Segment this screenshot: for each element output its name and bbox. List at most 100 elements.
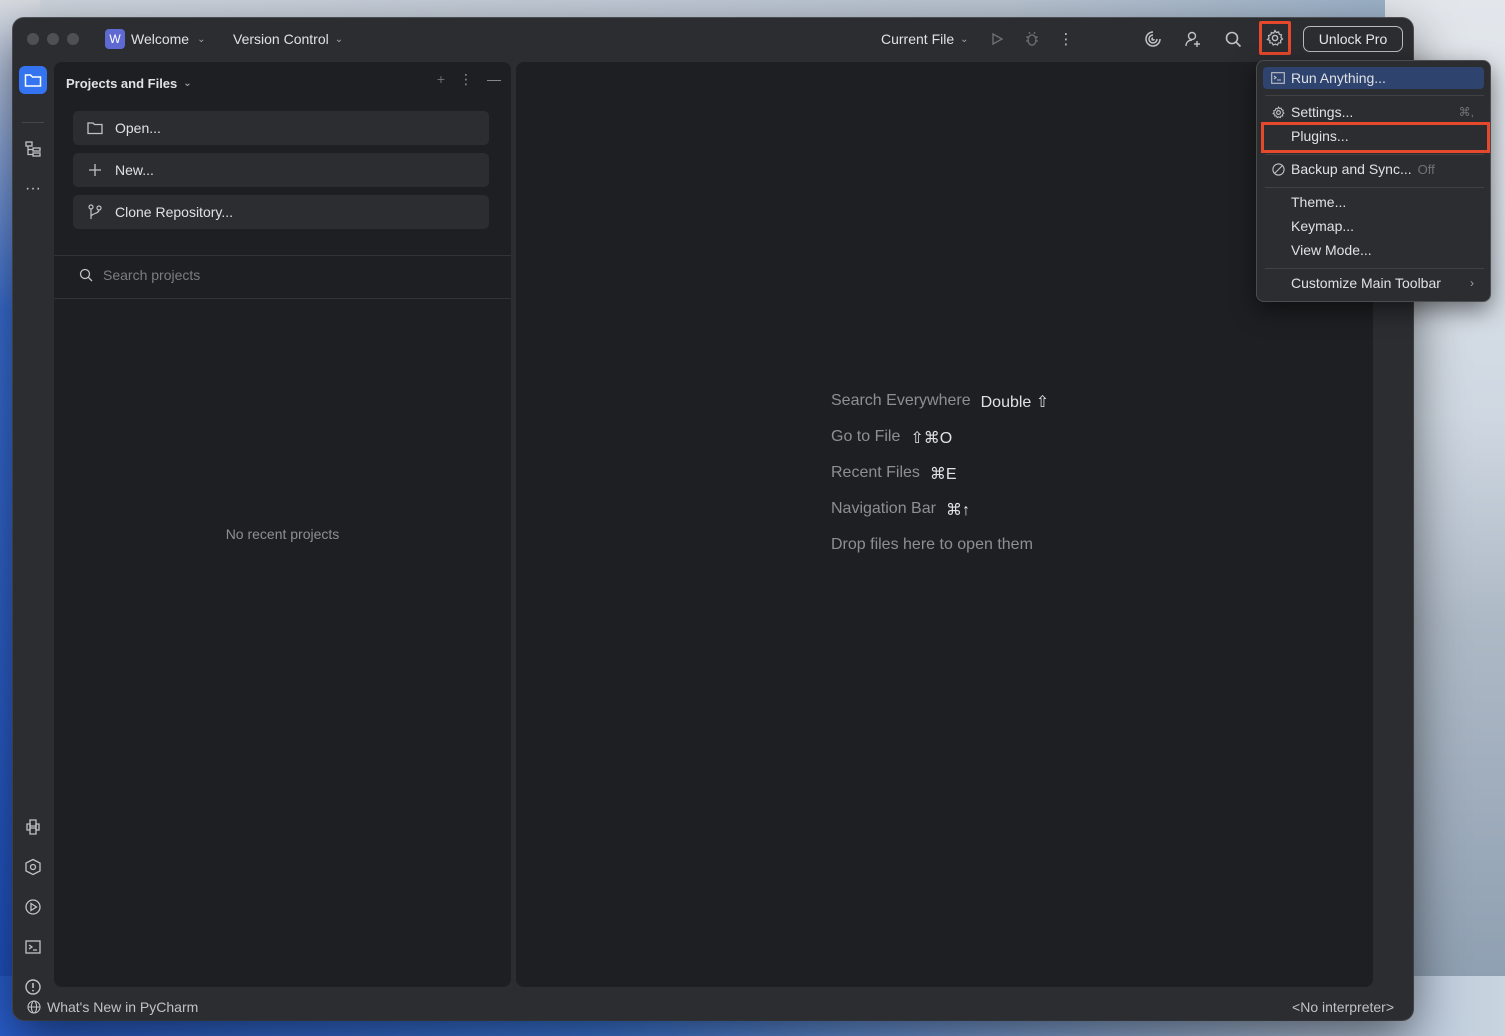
interpreter-selector[interactable]: <No interpreter> <box>1292 999 1394 1015</box>
disabled-icon <box>1271 162 1285 176</box>
menu-separator <box>1265 187 1484 188</box>
structure-tool-button[interactable] <box>19 135 47 163</box>
search-icon <box>79 268 93 282</box>
settings-dropdown-menu: Run Anything... Settings... ⌘, Plugins..… <box>1256 60 1491 302</box>
gear-icon <box>1266 29 1284 46</box>
hint-label: Search Everywhere <box>831 392 971 409</box>
run-anything-icon <box>1271 71 1285 85</box>
window-controls <box>27 33 79 45</box>
hint-label: Go to File <box>831 428 901 445</box>
menu-item-view-mode[interactable]: View Mode... <box>1263 239 1484 261</box>
search-icon[interactable] <box>1220 27 1246 51</box>
projects-and-files-panel: Projects and Files ⌄ + ⋮ — Open... New..… <box>54 62 511 987</box>
minimize-panel-icon[interactable]: — <box>487 71 501 88</box>
hint-label: Navigation Bar <box>831 500 936 517</box>
menu-item-backup-sync[interactable]: Backup and Sync... Off <box>1263 158 1484 180</box>
hint-label: Drop files here to open them <box>831 536 1033 553</box>
new-label: New... <box>115 162 154 178</box>
menu-item-shortcut: ⌘, <box>1458 105 1474 119</box>
hint-navigation-bar: Navigation Bar ⌘↑ <box>831 500 970 520</box>
chevron-down-icon: ⌄ <box>197 33 206 45</box>
branch-icon <box>87 204 103 220</box>
add-user-icon[interactable] <box>1180 27 1206 51</box>
whats-new-label: What's New in PyCharm <box>47 998 199 1015</box>
menu-item-label: Theme... <box>1291 194 1347 210</box>
run-configuration-selector[interactable]: Current File ⌄ <box>881 27 969 51</box>
hint-drop-files: Drop files here to open them <box>831 536 1033 554</box>
run-config-label: Current File <box>881 31 955 47</box>
terminal-icon[interactable] <box>19 933 47 961</box>
plugins-highlight-box <box>1261 122 1490 153</box>
more-options-icon[interactable]: ⋮ <box>459 71 473 88</box>
menu-item-label: Settings... <box>1291 104 1354 120</box>
hint-shortcut: ⌘↑ <box>945 502 970 519</box>
editor-area[interactable]: Search Everywhere Double ⇧ Go to File ⇧⌘… <box>516 62 1373 987</box>
panel-title-label: Projects and Files <box>66 75 178 91</box>
hint-shortcut: ⇧⌘O <box>910 430 953 447</box>
menu-item-label: Keymap... <box>1291 218 1355 234</box>
chevron-right-icon: › <box>1470 276 1474 290</box>
whats-new-link[interactable]: What's New in PyCharm <box>27 999 198 1015</box>
divider <box>54 255 511 256</box>
folder-icon <box>24 74 42 87</box>
project-name: Welcome <box>131 31 190 47</box>
vcs-label: Version Control <box>233 31 329 47</box>
menu-item-run-anything[interactable]: Run Anything... <box>1263 67 1484 89</box>
status-bar: What's New in PyCharm <No interpreter> <box>13 993 1413 1020</box>
menu-item-keymap[interactable]: Keymap... <box>1263 215 1484 237</box>
hint-shortcut: ⌘E <box>929 466 957 483</box>
run-tool-icon[interactable] <box>19 893 47 921</box>
menu-item-label: Run Anything... <box>1291 70 1386 86</box>
debug-icon[interactable] <box>1019 27 1045 51</box>
menu-item-label: Customize Main Toolbar <box>1291 275 1441 291</box>
clone-repository-button[interactable]: Clone Repository... <box>73 195 489 229</box>
new-button[interactable]: New... <box>73 153 489 187</box>
settings-gear-button[interactable] <box>1259 21 1291 55</box>
menu-item-status: Off <box>1417 161 1435 177</box>
menu-item-label: Backup and Sync... <box>1291 161 1412 177</box>
search-projects-field[interactable]: Search projects <box>79 267 200 283</box>
unlock-pro-button[interactable]: Unlock Pro <box>1303 26 1403 52</box>
gear-icon <box>1271 105 1285 119</box>
hint-shortcut: Double ⇧ <box>980 394 1050 411</box>
menu-separator <box>1265 268 1484 269</box>
menu-separator <box>1265 154 1484 155</box>
hint-recent-files: Recent Files ⌘E <box>831 464 957 484</box>
menu-item-label: View Mode... <box>1291 242 1372 258</box>
open-label: Open... <box>115 120 161 136</box>
more-tool-windows-icon[interactable]: ··· <box>19 175 47 203</box>
open-button[interactable]: Open... <box>73 111 489 145</box>
more-actions-icon[interactable]: ⋮ <box>1053 27 1079 51</box>
zoom-window-button[interactable] <box>67 33 79 45</box>
minimize-window-button[interactable] <box>47 33 59 45</box>
plus-icon <box>87 163 103 177</box>
version-control-widget[interactable]: Version Control ⌄ <box>233 27 343 51</box>
project-tool-button[interactable] <box>19 66 47 94</box>
clone-label: Clone Repository... <box>115 204 234 220</box>
services-icon[interactable] <box>19 853 47 881</box>
run-icon[interactable] <box>984 27 1010 51</box>
hint-label: Recent Files <box>831 464 920 481</box>
menu-item-customize-toolbar[interactable]: Customize Main Toolbar › <box>1263 272 1484 294</box>
panel-toolbar: + ⋮ — <box>437 71 501 88</box>
title-bar: W Welcome ⌄ Version Control ⌄ Current Fi… <box>13 18 1413 60</box>
panel-title[interactable]: Projects and Files ⌄ <box>66 72 192 94</box>
add-icon[interactable]: + <box>437 71 445 88</box>
project-widget[interactable]: W Welcome ⌄ <box>105 27 205 51</box>
search-placeholder: Search projects <box>103 267 201 283</box>
divider <box>54 298 511 299</box>
menu-separator <box>1265 95 1484 96</box>
python-packages-icon[interactable] <box>19 813 47 841</box>
empty-state-text: No recent projects <box>225 526 340 542</box>
structure-icon <box>25 141 41 157</box>
close-window-button[interactable] <box>27 33 39 45</box>
hint-search-everywhere: Search Everywhere Double ⇧ <box>831 392 1049 412</box>
chevron-down-icon: ⌄ <box>960 33 969 45</box>
menu-item-theme[interactable]: Theme... <box>1263 191 1484 213</box>
hint-go-to-file: Go to File ⇧⌘O <box>831 428 952 448</box>
tool-window-stripe: ··· <box>13 60 53 1000</box>
pycharm-window: W Welcome ⌄ Version Control ⌄ Current Fi… <box>13 18 1413 1020</box>
chevron-down-icon: ⌄ <box>334 33 344 45</box>
menu-item-settings[interactable]: Settings... ⌘, <box>1263 101 1484 123</box>
ai-assistant-icon[interactable] <box>1140 27 1166 51</box>
